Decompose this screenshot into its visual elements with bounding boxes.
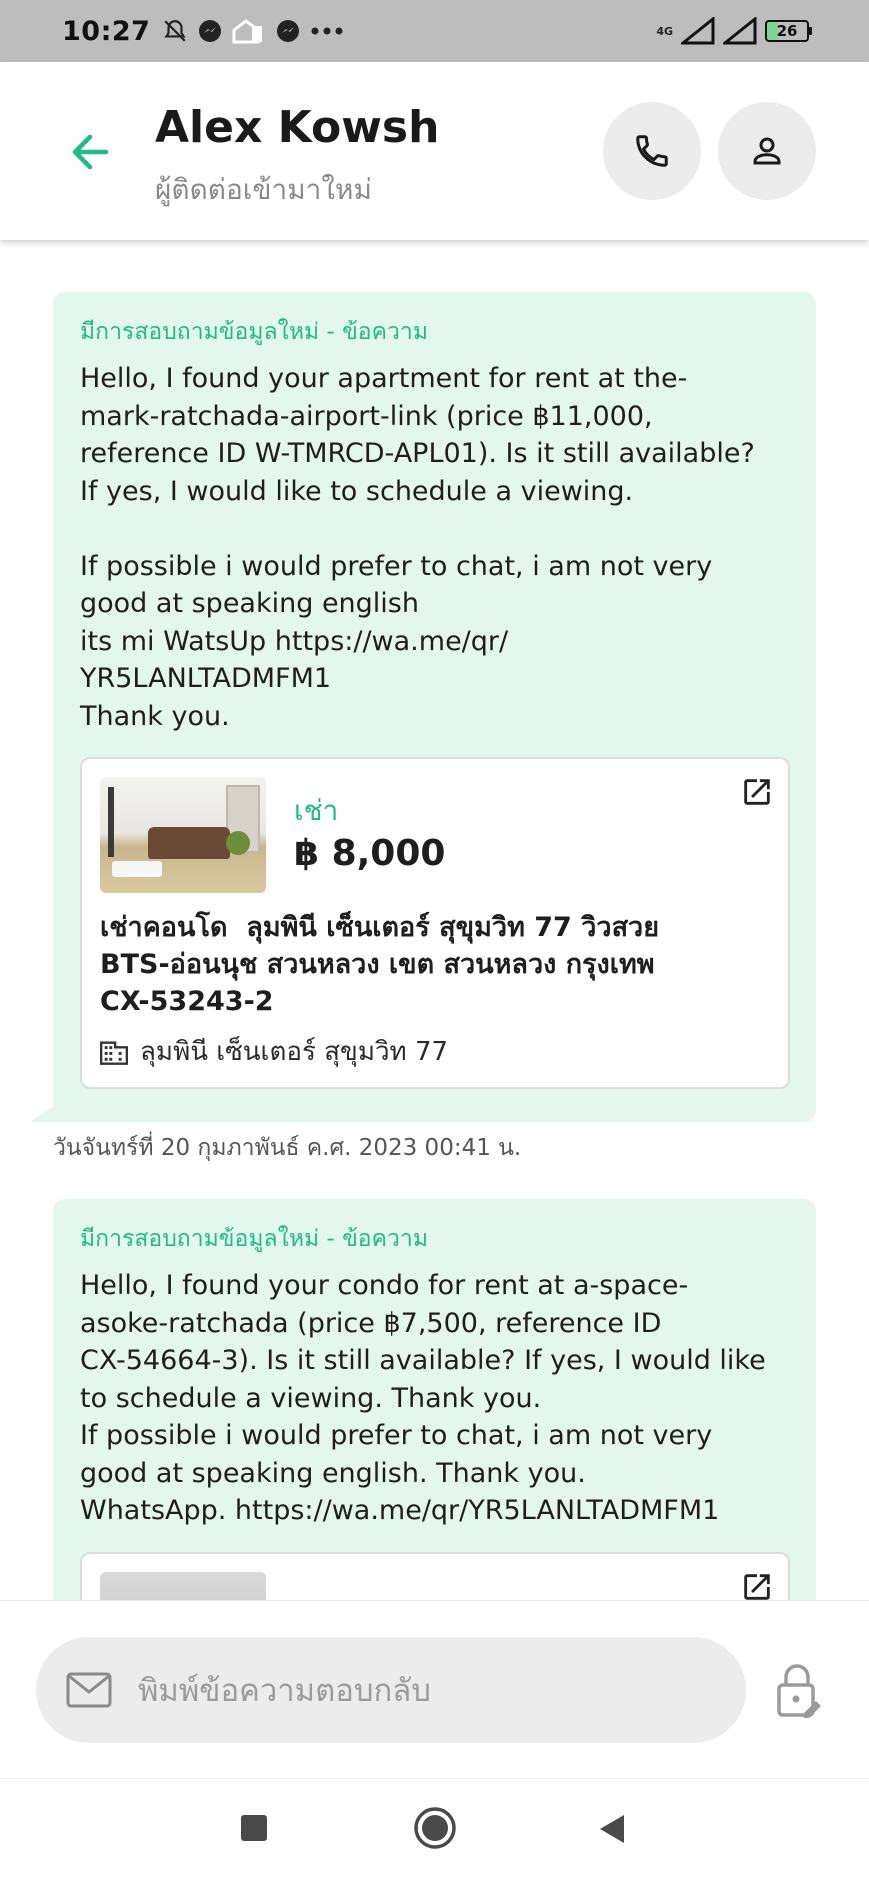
status-bar-right: 4G 26 xyxy=(656,17,812,45)
battery-icon: 26 xyxy=(765,20,812,42)
messenger-icon xyxy=(199,20,222,42)
listing-card[interactable]: เช่า ฿ 8,000 เช่าคอนโด ลุมพินี เซ็นเตอร์… xyxy=(80,757,790,1089)
back-button[interactable] xyxy=(596,1813,628,1845)
person-icon xyxy=(753,137,781,165)
home-app-icon xyxy=(232,19,263,44)
signal-icon xyxy=(681,17,715,45)
listing-building-name: ลุมพินี เซ็นเตอร์ สุขุมวิท 77 xyxy=(140,1037,449,1067)
message-text: Hello, I found your apartment for rent a… xyxy=(80,363,755,732)
listing-type: เช่า xyxy=(294,794,339,827)
home-button[interactable] xyxy=(413,1806,457,1850)
bubble-tail xyxy=(30,1102,60,1122)
mail-icon xyxy=(66,1672,112,1708)
open-external-icon[interactable] xyxy=(740,1570,774,1601)
contact-name: Alex Kowsh xyxy=(155,102,440,153)
reply-input[interactable]: พิมพ์ข้อความตอบกลับ xyxy=(36,1637,746,1743)
message-bubble: มีการสอบถามข้อมูลใหม่ - ข้อความ Hello, I… xyxy=(53,292,816,1122)
reply-composer: พิมพ์ข้อความตอบกลับ xyxy=(0,1600,869,1779)
message-text: Hello, I found your condo for rent at a-… xyxy=(80,1270,766,1526)
listing-card[interactable] xyxy=(80,1551,790,1601)
listing-photo xyxy=(100,777,266,893)
notification-icons xyxy=(162,18,344,44)
back-arrow-icon[interactable] xyxy=(62,124,118,180)
message-bubble: มีการสอบถามข้อมูลใหม่ - ข้อความ Hello, I… xyxy=(53,1199,816,1600)
phone-icon xyxy=(636,135,668,167)
messenger-icon-2 xyxy=(277,20,300,42)
clock: 10:27 xyxy=(62,15,151,47)
message-type-label: มีการสอบถามข้อมูลใหม่ - ข้อความ xyxy=(80,319,428,345)
status-bar: 10:27 4G 26 xyxy=(0,0,869,62)
network-type: 4G xyxy=(656,24,673,38)
reply-placeholder: พิมพ์ข้อความตอบกลับ xyxy=(138,1673,431,1709)
recent-apps-button[interactable] xyxy=(241,1815,267,1841)
lock-edit-icon[interactable] xyxy=(774,1663,824,1719)
contact-status: ผู้ติดต่อเข้ามาใหม่ xyxy=(155,173,372,206)
open-external-icon[interactable] xyxy=(740,775,774,809)
signal-icon-2 xyxy=(723,17,757,45)
system-nav-bar xyxy=(0,1778,869,1884)
message-list[interactable]: มีการสอบถามข้อมูลใหม่ - ข้อความ Hello, I… xyxy=(0,240,869,1600)
building-icon xyxy=(100,1041,128,1065)
status-bar-left: 10:27 xyxy=(62,16,344,47)
listing-building: ลุมพินี เซ็นเตอร์ สุขุมวิท 77 xyxy=(100,1031,448,1072)
message-timestamp: วันจันทร์ที่ 20 กุมภาพันธ์ ค.ศ. 2023 00:… xyxy=(53,1135,522,1161)
muted-bell-icon xyxy=(164,20,187,42)
more-dots-icon xyxy=(311,27,343,35)
listing-title: เช่าคอนโด ลุมพินี เซ็นเตอร์ สุขุมวิท 77 … xyxy=(100,912,660,1017)
contact-profile-button[interactable] xyxy=(718,102,816,200)
call-button[interactable] xyxy=(603,102,701,200)
listing-photo xyxy=(100,1571,266,1600)
chat-header: Alex Kowsh ผู้ติดต่อเข้ามาใหม่ xyxy=(0,62,869,240)
message-type-label: มีการสอบถามข้อมูลใหม่ - ข้อความ xyxy=(80,1226,428,1252)
listing-price: ฿ 8,000 xyxy=(294,833,446,874)
